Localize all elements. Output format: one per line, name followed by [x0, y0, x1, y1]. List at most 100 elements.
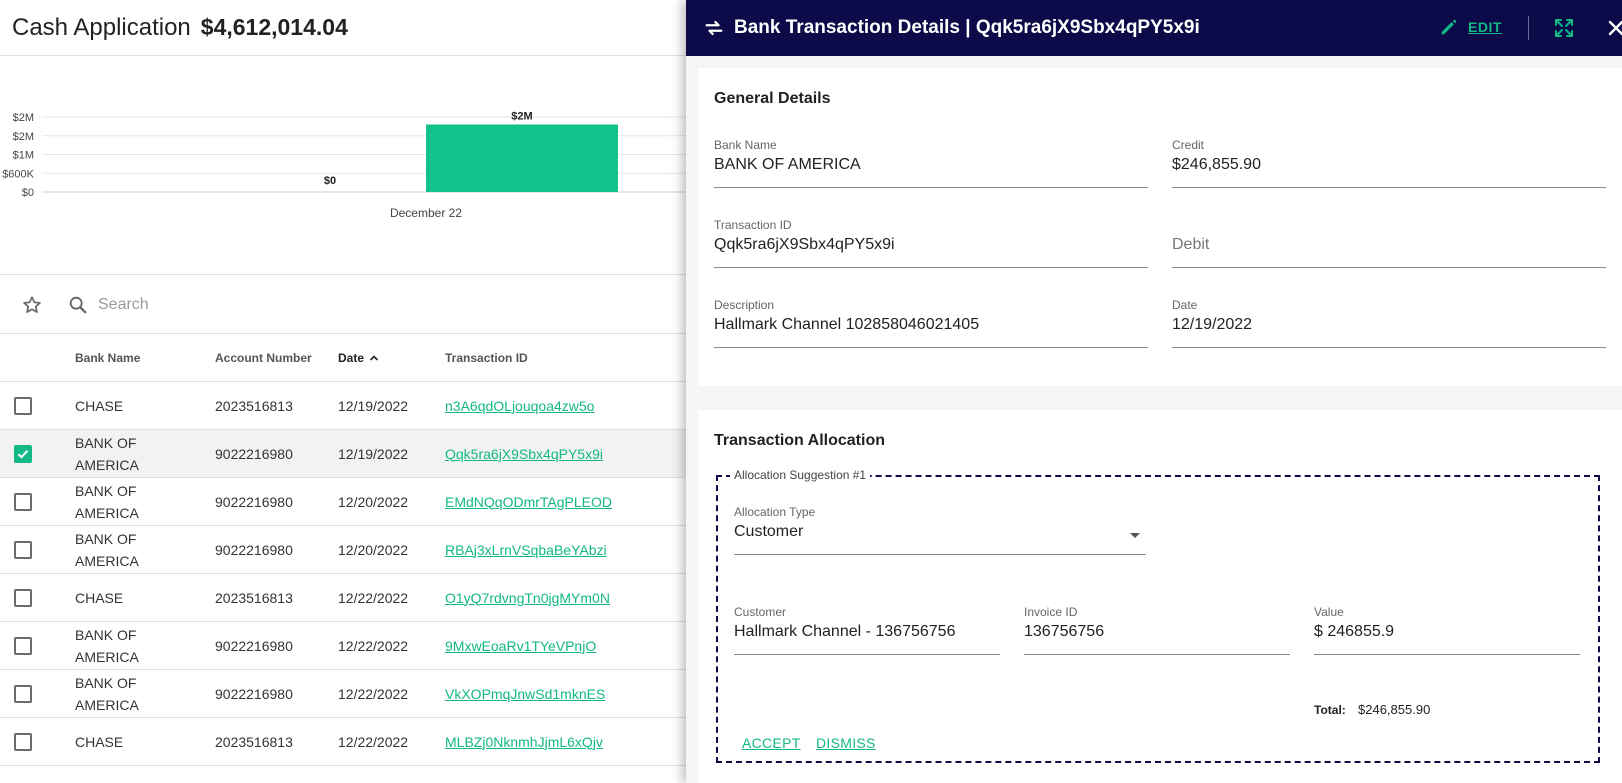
- table-row[interactable]: BANK OF AMERICA 9022216980 12/20/2022 EMdNQq…: [0, 478, 690, 526]
- cell-date: 12/22/2022: [338, 637, 409, 654]
- transaction-id-link[interactable]: EMdNQqODmrTAgPLEOD: [445, 494, 612, 510]
- customer-value: Hallmark Channel - 136756756: [734, 623, 956, 640]
- description-value: Hallmark Channel 102858046021405: [714, 316, 980, 333]
- invoice-id-label: Invoice ID: [1024, 605, 1078, 619]
- cell-bank-name: CHASE: [75, 587, 215, 609]
- row-checkbox[interactable]: [14, 540, 32, 559]
- cell-bank-name: BANK OF AMERICA: [75, 624, 215, 668]
- search-input[interactable]: [98, 295, 498, 314]
- column-header-date[interactable]: Date: [338, 351, 445, 365]
- transaction-id-link[interactable]: MLBZj0NknmhJjmL6xQjv: [445, 734, 603, 750]
- total-label: Total:: [1314, 703, 1346, 717]
- chart-y-tick-label: $2M: [13, 112, 34, 124]
- customer-field[interactable]: Customer Hallmark Channel - 136756756: [734, 605, 1000, 655]
- invoice-id-field[interactable]: Invoice ID 136756756: [1024, 605, 1290, 655]
- row-checkbox-cell: [0, 396, 75, 415]
- general-details-title: General Details: [714, 90, 831, 107]
- column-header-bank-name[interactable]: Bank Name: [75, 347, 215, 369]
- table-row[interactable]: CHASE 2023516813 12/22/2022 MLBZj0NknmhJjmL…: [0, 718, 690, 766]
- cell-bank-name-line1: BANK OF: [75, 674, 137, 691]
- cell-account-number: 2023516813: [215, 733, 293, 750]
- cell-bank-name-line1: BANK OF: [75, 482, 137, 499]
- cell-bank-name-line1: BANK OF: [75, 434, 137, 451]
- credit-value: $246,855.90: [1172, 156, 1261, 173]
- credit-label: Credit: [1172, 138, 1205, 152]
- cell-date: 12/19/2022: [338, 397, 409, 414]
- transaction-id-link[interactable]: 9MxwEoaRv1TYeVPnjO: [445, 638, 596, 654]
- table-body: CHASE 2023516813 12/19/2022 n3A6qdOLjouqoa4…: [0, 382, 690, 766]
- bar-chart: $0 $600K $1M $2M $2M $0 $2M December 22: [2, 111, 690, 220]
- credit-field[interactable]: Credit $246,855.90: [1172, 138, 1606, 188]
- row-checkbox[interactable]: [14, 588, 32, 607]
- panel-header: Bank Transaction Details | Qqk5ra6jX9Sbx…: [686, 0, 1622, 56]
- cell-account-number: 2023516813: [215, 589, 293, 606]
- close-icon[interactable]: [1604, 16, 1622, 40]
- cell-bank-name-line2: AMERICA: [75, 552, 139, 569]
- transaction-id-link[interactable]: RBAj3xLrnVSqbaBeYAbzi: [445, 542, 607, 558]
- table-header: Bank Name Account Number Date Transactio…: [0, 335, 690, 382]
- transaction-id-link[interactable]: VkXOPmqJnwSd1mknES: [445, 686, 605, 702]
- cell-date: 12/22/2022: [338, 589, 409, 606]
- row-checkbox[interactable]: [14, 396, 32, 415]
- accept-button[interactable]: ACCEPT: [742, 735, 801, 751]
- general-details-card: General Details Bank Name BANK OF AMERIC…: [698, 68, 1622, 386]
- cell-transaction-id: MLBZj0NknmhJjmL6xQjv: [445, 734, 690, 750]
- date-field[interactable]: Date 12/19/2022: [1172, 298, 1606, 348]
- table-row[interactable]: CHASE 2023516813 12/19/2022 n3A6qdOLjouqoa4…: [0, 382, 690, 430]
- chart-y-tick-label: $2M: [13, 131, 34, 143]
- cell-bank-name: BANK OF AMERICA: [75, 528, 215, 572]
- star-icon[interactable]: [20, 293, 44, 317]
- transaction-details-panel: Bank Transaction Details | Qqk5ra6jX9Sbx…: [686, 0, 1622, 783]
- bank-name-field[interactable]: Bank Name BANK OF AMERICA: [714, 138, 1148, 188]
- value-value: $ 246855.9: [1314, 623, 1395, 640]
- transaction-id-link[interactable]: O1yQ7rdvngTn0jgMYm0N: [445, 590, 610, 606]
- row-checkbox[interactable]: [14, 684, 32, 703]
- table-toolbar: [0, 276, 690, 334]
- value-label: Value: [1314, 605, 1344, 619]
- row-checkbox[interactable]: [14, 732, 32, 751]
- cell-bank-name-line2: AMERICA: [75, 456, 139, 473]
- value-field[interactable]: Value $ 246855.9: [1314, 605, 1580, 655]
- cell-transaction-id: n3A6qdOLjouqoa4zw5o: [445, 398, 690, 414]
- invoice-id-value: 136756756: [1024, 623, 1105, 640]
- chart-data-label: $2M: [511, 111, 532, 123]
- row-checkbox[interactable]: [14, 636, 32, 655]
- fullscreen-icon[interactable]: [1552, 16, 1576, 40]
- row-checkbox-cell: [0, 684, 75, 703]
- transaction-id-link[interactable]: n3A6qdOLjouqoa4zw5o: [445, 398, 594, 414]
- description-field[interactable]: Description Hallmark Channel 10285804602…: [714, 298, 1148, 348]
- row-checkbox[interactable]: [14, 444, 32, 463]
- chevron-up-icon: [369, 355, 379, 361]
- table-row[interactable]: CHASE 2023516813 12/22/2022 O1yQ7rdvngTn0jg…: [0, 574, 690, 622]
- transaction-id-field[interactable]: Transaction ID Qqk5ra6jX9Sbx4qPY5x9i: [714, 218, 1148, 268]
- transaction-id-link[interactable]: Qqk5ra6jX9Sbx4qPY5x9i: [445, 446, 603, 462]
- allocation-type-select[interactable]: Allocation Type Customer: [734, 505, 1146, 555]
- pencil-icon: [1441, 19, 1457, 35]
- cell-bank-name-line1: CHASE: [75, 397, 124, 414]
- row-checkbox[interactable]: [14, 492, 32, 511]
- transactions-table: Bank Name Account Number Date Transactio…: [0, 335, 690, 766]
- cell-bank-name: CHASE: [75, 395, 215, 417]
- table-row[interactable]: BANK OF AMERICA 9022216980 12/22/2022 9MxwEo…: [0, 622, 690, 670]
- cell-transaction-id: EMdNQqODmrTAgPLEOD: [445, 494, 690, 510]
- column-header-transaction-id[interactable]: Transaction ID: [445, 351, 690, 365]
- cell-bank-name-line2: AMERICA: [75, 504, 139, 521]
- table-row[interactable]: BANK OF AMERICA 9022216980 12/22/2022 VkXOPm…: [0, 670, 690, 718]
- date-value: 12/19/2022: [1172, 316, 1253, 333]
- dismiss-button[interactable]: DISMISS: [816, 735, 876, 751]
- table-row[interactable]: BANK OF AMERICA 9022216980 12/19/2022 Qqk5ra…: [0, 430, 690, 478]
- cash-chart: $0 $600K $1M $2M $2M $0 $2M December 22: [0, 57, 690, 275]
- transaction-id-value: Qqk5ra6jX9Sbx4qPY5x9i: [714, 236, 895, 253]
- edit-button[interactable]: EDIT: [1438, 16, 1502, 38]
- table-row[interactable]: BANK OF AMERICA 9022216980 12/20/2022 RBAj3x…: [0, 526, 690, 574]
- column-header-account-number[interactable]: Account Number: [215, 351, 338, 365]
- debit-placeholder: Debit: [1172, 236, 1210, 253]
- debit-field[interactable]: Debit: [1172, 218, 1606, 268]
- chart-bar: [426, 124, 618, 192]
- checkmark-icon: [17, 449, 29, 459]
- cell-bank-name: BANK OF AMERICA: [75, 672, 215, 716]
- cell-account-number: 9022216980: [215, 685, 293, 702]
- total-value: $246,855.90: [1358, 702, 1431, 717]
- cell-transaction-id: RBAj3xLrnVSqbaBeYAbzi: [445, 542, 690, 558]
- allocation-suggestion-legend: Allocation Suggestion #1: [730, 468, 871, 482]
